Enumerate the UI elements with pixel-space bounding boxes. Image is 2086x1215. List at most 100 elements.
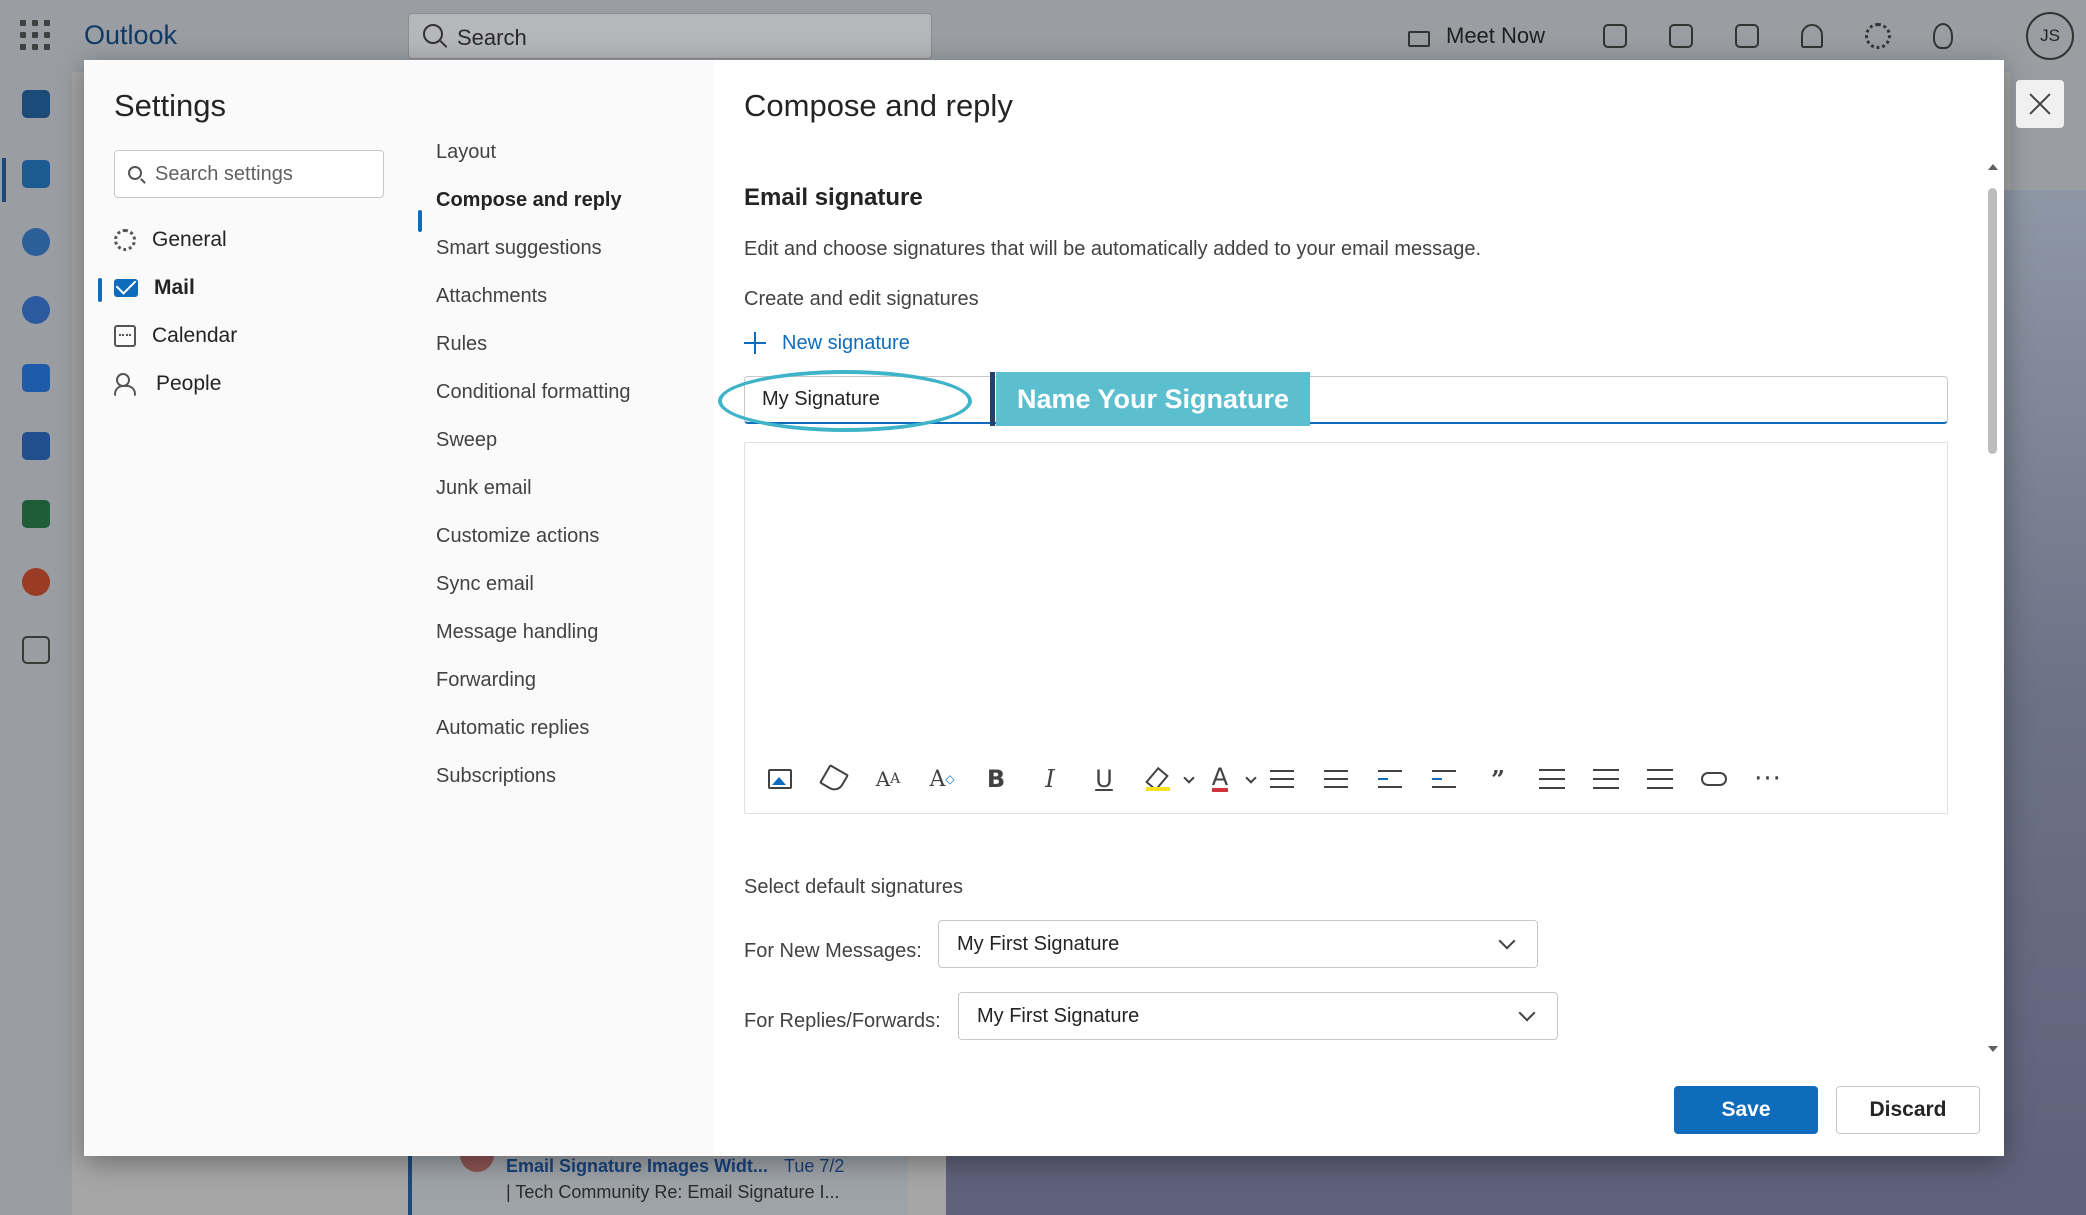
quote-icon[interactable]: ”: [1479, 760, 1517, 798]
video-icon[interactable]: [1408, 31, 1430, 47]
mail-icon: [114, 279, 138, 297]
avatar[interactable]: JS: [2026, 12, 2074, 60]
dropdown-value: My First Signature: [977, 1004, 1140, 1027]
category-label: Calendar: [152, 324, 238, 347]
subcategory-junk-email[interactable]: Junk email: [436, 468, 532, 508]
gear-icon: [114, 229, 136, 251]
subcategory-customize-actions[interactable]: Customize actions: [436, 516, 599, 556]
align-left-icon[interactable]: [1533, 760, 1571, 798]
scroll-up-arrow[interactable]: [1988, 164, 1998, 170]
link-icon[interactable]: [1695, 760, 1733, 798]
format-painter-icon[interactable]: [815, 760, 853, 798]
people-app-icon[interactable]: [22, 228, 50, 256]
calendar-icon: [114, 325, 136, 347]
subcategory-attachments[interactable]: Attachments: [436, 276, 547, 316]
category-calendar[interactable]: Calendar: [114, 316, 384, 356]
gear-icon[interactable]: [1865, 23, 1892, 49]
chevron-down-icon: [1498, 932, 1516, 950]
groups-app-icon[interactable]: [22, 296, 50, 324]
subcategory-forwarding[interactable]: Forwarding: [436, 660, 536, 700]
settings-search-input[interactable]: [114, 150, 384, 198]
category-people[interactable]: People: [114, 364, 384, 404]
bullets-icon[interactable]: [1263, 760, 1301, 798]
plus-icon: [744, 332, 766, 354]
subcategory-sweep[interactable]: Sweep: [436, 420, 497, 460]
calendar-app-icon[interactable]: [22, 160, 50, 188]
subcategory-layout[interactable]: Layout: [436, 132, 496, 172]
top-actions: Meet Now: [1408, 14, 1995, 58]
mail-app-icon[interactable]: [22, 90, 50, 118]
pane-title: Compose and reply: [744, 88, 1013, 123]
global-search-box[interactable]: Search: [408, 13, 932, 59]
underline-icon[interactable]: U: [1085, 760, 1123, 798]
category-label: People: [156, 372, 222, 395]
subcategory-conditional-formatting[interactable]: Conditional formatting: [436, 372, 631, 412]
category-label: Mail: [154, 276, 195, 299]
formatting-toolbar: AA A ◇ B I U A ” ···: [761, 759, 1803, 799]
search-icon: [128, 166, 142, 180]
todo-app-icon[interactable]: [22, 364, 50, 392]
scroll-down-arrow[interactable]: [1988, 1046, 1998, 1052]
bold-icon[interactable]: B: [977, 760, 1015, 798]
settings-dialog: Settings General Mail Calendar People La…: [84, 60, 2064, 1156]
chevron-down-icon: [1518, 1004, 1536, 1022]
app-launcher-icon[interactable]: [20, 20, 50, 50]
italic-icon[interactable]: I: [1031, 760, 1069, 798]
for-new-messages-dropdown[interactable]: My First Signature: [938, 920, 1538, 968]
close-button[interactable]: [2016, 80, 2064, 128]
font-size-icon[interactable]: AA: [869, 760, 907, 798]
onenote-icon[interactable]: [1669, 24, 1694, 48]
highlight-icon[interactable]: [1139, 760, 1195, 798]
create-edit-label: Create and edit signatures: [744, 288, 979, 310]
subcategory-automatic-replies[interactable]: Automatic replies: [436, 708, 589, 748]
subcategory-sync-email[interactable]: Sync email: [436, 564, 534, 604]
scrollbar-thumb[interactable]: [1988, 188, 1997, 454]
excel-app-icon[interactable]: [22, 500, 50, 528]
teams-icon[interactable]: [1603, 24, 1628, 48]
bell-icon[interactable]: [1801, 24, 1824, 48]
save-button[interactable]: Save: [1674, 1086, 1818, 1134]
subcategory-message-handling[interactable]: Message handling: [436, 612, 598, 652]
numbering-icon[interactable]: [1317, 760, 1355, 798]
subcategory-subscriptions[interactable]: Subscriptions: [436, 756, 556, 796]
subcategory-rules[interactable]: Rules: [436, 324, 487, 364]
grow-font-icon[interactable]: A ◇: [923, 760, 961, 798]
people-icon: [114, 373, 140, 396]
increase-indent-icon[interactable]: [1425, 760, 1463, 798]
mail-subcategories-panel: Layout Compose and reply Smart suggestio…: [412, 60, 714, 1156]
decrease-indent-icon[interactable]: [1371, 760, 1409, 798]
discard-button[interactable]: Discard: [1836, 1086, 1980, 1134]
category-mail[interactable]: Mail: [114, 268, 384, 308]
font-color-icon[interactable]: A: [1201, 760, 1257, 798]
select-default-label: Select default signatures: [744, 876, 964, 898]
align-center-icon[interactable]: [1587, 760, 1625, 798]
todo-icon[interactable]: [1735, 24, 1760, 48]
category-selection-indicator: [98, 278, 102, 302]
align-right-icon[interactable]: [1641, 760, 1679, 798]
for-replies-dropdown[interactable]: My First Signature: [958, 992, 1558, 1040]
more-icon[interactable]: ···: [1749, 760, 1787, 798]
message-preview: | Tech Community Re: Email Signature I..…: [506, 1182, 840, 1202]
category-general[interactable]: General: [114, 220, 384, 260]
signature-name-input[interactable]: [744, 376, 1948, 424]
new-signature-button[interactable]: New signature: [744, 328, 910, 358]
compose-reply-pane: Compose and reply Email signature Edit a…: [714, 60, 2064, 1156]
word-app-icon[interactable]: [22, 432, 50, 460]
app-brand[interactable]: Outlook: [84, 20, 177, 51]
image-icon[interactable]: [761, 760, 799, 798]
subcategory-smart-suggestions[interactable]: Smart suggestions: [436, 228, 602, 268]
app-rail: [0, 72, 72, 1215]
for-replies-label: For Replies/Forwards:: [744, 1010, 941, 1032]
lightbulb-icon[interactable]: [1933, 23, 1954, 49]
category-label: General: [152, 228, 227, 251]
for-new-messages-label: For New Messages:: [744, 940, 922, 962]
meet-now-button[interactable]: Meet Now: [1446, 23, 1545, 49]
settings-categories-panel: Settings General Mail Calendar People: [84, 60, 412, 1156]
powerpoint-app-icon[interactable]: [22, 568, 50, 596]
new-signature-label: New signature: [782, 331, 910, 354]
message-date: Tue 7/2: [784, 1156, 845, 1176]
search-icon: [423, 24, 443, 44]
more-apps-icon[interactable]: [22, 636, 50, 664]
signature-editor[interactable]: AA A ◇ B I U A ” ···: [744, 442, 1948, 814]
subcategory-compose-and-reply[interactable]: Compose and reply: [436, 180, 622, 220]
